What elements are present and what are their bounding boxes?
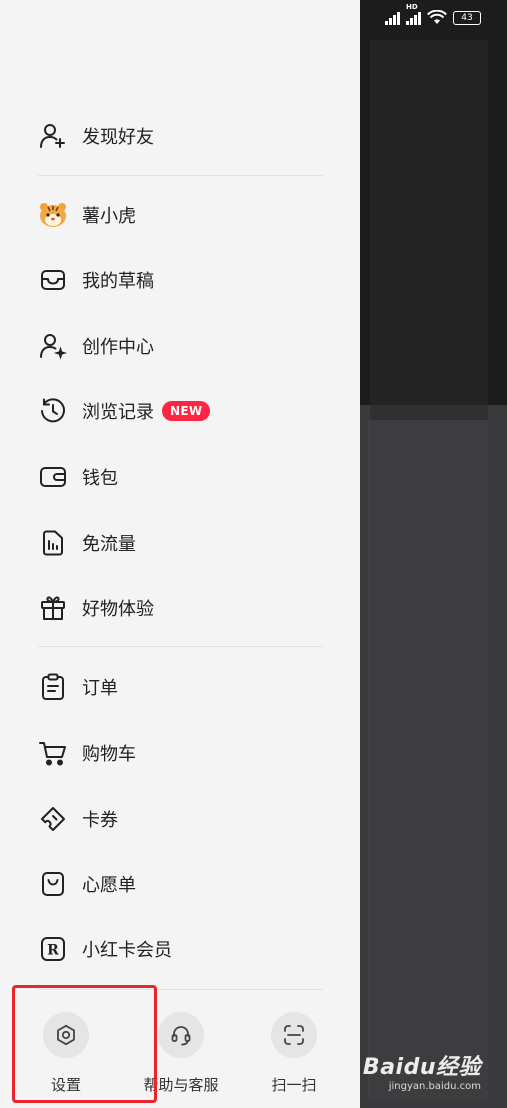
history-clock-icon: [38, 396, 68, 426]
menu-item-orders[interactable]: 订单: [38, 667, 328, 707]
menu-item-label: 创作中心: [82, 337, 154, 358]
gear-icon: [57, 1024, 75, 1046]
shopping-cart-icon: [38, 738, 68, 768]
data-free-icon: [38, 528, 68, 558]
menu-item-label: 订单: [82, 678, 118, 699]
menu-item-label: 心愿单: [82, 875, 136, 896]
settings-label: 设置: [50, 1076, 81, 1094]
help-circle: [158, 1012, 204, 1058]
wifi-icon: [427, 10, 447, 24]
menu-item-product-trial[interactable]: 好物体验: [38, 588, 328, 628]
red-card-member-icon: R: [38, 934, 68, 964]
menu-item-wallet[interactable]: 钱包: [38, 457, 328, 497]
drafts-tray-icon: [38, 265, 68, 295]
baidu-watermark: Baidu经验 jingyan.baidu.com: [363, 1049, 481, 1092]
wallet-icon: [38, 462, 68, 492]
menu-item-history[interactable]: 浏览记录 NEW: [38, 391, 328, 431]
creator-center-icon: [38, 331, 68, 361]
settings-circle: [43, 1012, 89, 1058]
wishlist-bag-icon: [38, 869, 68, 899]
signal-strength-icon: [385, 11, 400, 25]
status-bar: HD 43: [385, 3, 481, 25]
settings-button[interactable]: 设置: [11, 1012, 121, 1095]
coupon-icon: [38, 804, 68, 834]
help-support-button[interactable]: 帮助与客服: [126, 1012, 236, 1095]
help-label: 帮助与客服: [143, 1076, 219, 1094]
dimmed-background-page[interactable]: [360, 0, 507, 1108]
new-badge: NEW: [162, 401, 211, 421]
menu-item-label: 钱包: [82, 468, 118, 489]
scan-button[interactable]: 扫一扫: [239, 1012, 349, 1095]
menu-item-data-free[interactable]: 免流量: [38, 523, 328, 563]
add-friend-icon: [38, 121, 68, 151]
watermark-main: Baidu经验: [362, 1055, 481, 1080]
scan-label: 扫一扫: [271, 1076, 317, 1094]
gift-icon: [38, 593, 68, 623]
menu-item-find-friends[interactable]: 发现好友: [38, 116, 328, 156]
menu-item-creator-center[interactable]: 创作中心: [38, 326, 328, 366]
svg-text:R: R: [47, 943, 59, 959]
network-label: HD: [406, 2, 418, 11]
watermark-sub: jingyan.baidu.com: [388, 1081, 481, 1092]
screen: HD 43 发现好友 薯小虎 我的草稿 创作中心 浏览记录 NEW 钱包 免流量…: [0, 0, 507, 1108]
order-clipboard-icon: [38, 672, 68, 702]
menu-item-red-card-member[interactable]: R 小红卡会员: [38, 929, 328, 969]
menu-item-label: 浏览记录: [82, 402, 154, 423]
signal-strength-hd-icon: HD: [406, 3, 421, 25]
divider: [38, 175, 323, 176]
dimmed-content-card-lower: [368, 420, 488, 1100]
menu-item-label: 卡券: [82, 810, 118, 831]
menu-item-coupons[interactable]: 卡券: [38, 799, 328, 839]
scan-icon: [284, 1025, 304, 1045]
menu-item-wishlist[interactable]: 心愿单: [38, 864, 328, 904]
divider: [38, 989, 323, 990]
menu-item-drafts[interactable]: 我的草稿: [38, 260, 328, 300]
menu-item-label: 免流量: [82, 534, 136, 555]
menu-item-shopping-cart[interactable]: 购物车: [38, 733, 328, 773]
headset-icon: [171, 1026, 191, 1046]
menu-item-label: 购物车: [82, 744, 136, 765]
menu-item-label: 好物体验: [82, 599, 154, 620]
divider: [38, 646, 323, 647]
menu-item-tiger-mascot[interactable]: 薯小虎: [38, 195, 328, 235]
menu-item-label: 发现好友: [82, 127, 154, 148]
menu-item-label: 我的草稿: [82, 271, 154, 292]
menu-item-label: 小红卡会员: [82, 940, 172, 961]
battery-indicator: 43: [453, 10, 481, 25]
scan-circle: [271, 1012, 317, 1058]
side-drawer: 发现好友 薯小虎 我的草稿 创作中心 浏览记录 NEW 钱包 免流量 好物体验 …: [0, 0, 360, 1108]
menu-item-label: 薯小虎: [82, 206, 136, 227]
tiger-mascot-icon: [38, 200, 68, 230]
